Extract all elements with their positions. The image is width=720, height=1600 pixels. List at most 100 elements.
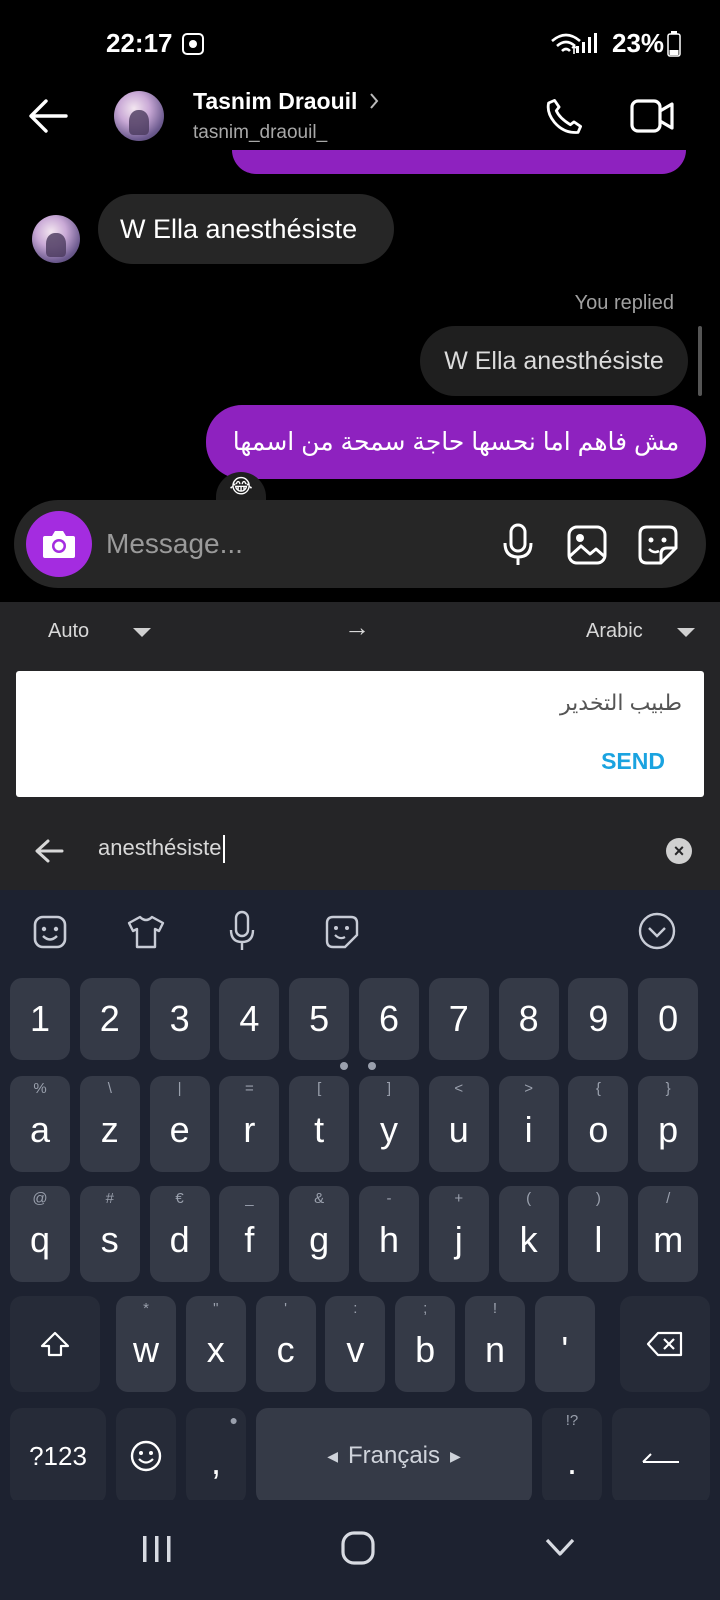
microphone-icon[interactable] xyxy=(500,523,536,567)
source-language[interactable]: Auto xyxy=(48,620,89,643)
key-c[interactable]: ' c xyxy=(255,1296,316,1392)
key-x[interactable]: " x xyxy=(185,1296,246,1392)
key-q[interactable]: @ q xyxy=(10,1186,70,1282)
key-h[interactable]: -h xyxy=(359,1186,419,1282)
key-3[interactable]: 3 xyxy=(149,978,210,1060)
key-4-label: 4 xyxy=(239,998,260,1039)
emoji-toolbar-icon[interactable] xyxy=(32,914,68,950)
key-m[interactable]: / m xyxy=(638,1186,699,1282)
key-s[interactable]: # s xyxy=(79,1186,140,1282)
key-emoji[interactable] xyxy=(116,1408,176,1504)
key-g-label: g xyxy=(309,1219,330,1260)
key-o[interactable]: {o xyxy=(568,1076,629,1172)
key-a[interactable]: % a xyxy=(10,1076,70,1172)
sent-message[interactable]: مش فاهم اما نحسها حاجة سمحة من اسمها xyxy=(206,405,706,479)
key-q-label: q xyxy=(29,1219,51,1260)
key-c-label: c xyxy=(276,1329,295,1370)
message-input[interactable] xyxy=(106,524,466,564)
recent-apps-icon[interactable] xyxy=(140,1534,174,1564)
phone-call-icon[interactable] xyxy=(543,96,585,138)
key-9[interactable]: 9 xyxy=(568,978,629,1060)
key-6[interactable]: 6 xyxy=(359,978,419,1060)
key-o-hint: { xyxy=(595,1080,601,1097)
key-2[interactable]: 2 xyxy=(79,978,140,1060)
back-nav-icon[interactable] xyxy=(544,1536,576,1558)
key-y-hint: ] xyxy=(386,1080,392,1097)
key-i[interactable]: > i xyxy=(498,1076,559,1172)
key-symbols[interactable]: ?123 xyxy=(10,1408,106,1504)
key-enter[interactable] xyxy=(612,1408,710,1504)
key-comma[interactable]: ● , xyxy=(186,1408,246,1504)
clear-input-icon[interactable]: × xyxy=(666,838,692,864)
key-i-label: i xyxy=(524,1109,533,1150)
gallery-icon[interactable] xyxy=(566,524,608,566)
previous-sent-bubble[interactable] xyxy=(232,150,686,174)
translator-back-icon[interactable] xyxy=(34,838,64,864)
key-w[interactable]: * w xyxy=(116,1296,176,1392)
target-dropdown-icon[interactable] xyxy=(677,628,695,637)
translator-input[interactable]: anesthésiste xyxy=(98,835,225,864)
key-r-hint: = xyxy=(245,1080,254,1097)
key-k-label: k xyxy=(519,1219,538,1260)
key-p[interactable]: } p xyxy=(638,1076,699,1172)
video-call-icon[interactable] xyxy=(629,96,675,136)
key-6-label: 6 xyxy=(378,998,400,1039)
key-5[interactable]: 5 xyxy=(289,978,350,1060)
theme-shirt-icon[interactable] xyxy=(126,914,166,950)
mic-hint-icon: ● xyxy=(229,1412,238,1428)
source-dropdown-icon[interactable] xyxy=(133,628,151,637)
key-j-hint: + xyxy=(454,1190,464,1207)
key-8[interactable]: 8 xyxy=(498,978,559,1060)
key-k[interactable]: (k xyxy=(498,1186,559,1282)
home-icon[interactable] xyxy=(340,1530,376,1566)
key-e[interactable]: | e xyxy=(149,1076,210,1172)
key-2-label: 2 xyxy=(99,998,120,1039)
key-backspace[interactable] xyxy=(620,1296,710,1392)
swap-arrow-icon[interactable]: → xyxy=(344,612,370,643)
voice-input-icon[interactable] xyxy=(228,910,256,952)
key-space-label: Français xyxy=(347,1442,441,1469)
key-y[interactable]: ] y xyxy=(359,1076,419,1172)
key-shift[interactable] xyxy=(10,1296,100,1392)
translation-result: طبيب التخدير xyxy=(560,690,682,715)
sticker-toolbar-icon[interactable] xyxy=(324,914,360,950)
received-message[interactable]: W Ella anesthésiste xyxy=(98,194,394,264)
key-4[interactable]: 4 xyxy=(219,978,280,1060)
key-d[interactable]: € d xyxy=(149,1186,210,1282)
key-0[interactable]: 0 xyxy=(638,978,699,1060)
key-y-label: y xyxy=(380,1109,398,1150)
key-n-label: n xyxy=(484,1329,506,1370)
chevron-right-icon[interactable] xyxy=(368,92,380,110)
collapse-chevron-icon[interactable] xyxy=(637,911,677,951)
key-f[interactable]: _ f xyxy=(219,1186,280,1282)
key-apostrophe[interactable]: ' xyxy=(534,1296,595,1392)
avatar[interactable] xyxy=(114,91,164,141)
key-1[interactable]: 1 xyxy=(10,978,70,1060)
key-v[interactable]: :v xyxy=(325,1296,386,1392)
sticker-icon[interactable] xyxy=(637,524,679,566)
quoted-reply-bubble[interactable]: W Ella anesthésiste xyxy=(420,326,688,396)
back-arrow-icon[interactable] xyxy=(28,98,68,134)
key-t[interactable]: [t xyxy=(289,1076,350,1172)
translation-send-button[interactable]: SEND xyxy=(601,748,665,775)
battery-icon xyxy=(667,31,681,57)
key-b[interactable]: ; b xyxy=(395,1296,456,1392)
translator-input-text: anesthésiste xyxy=(98,835,222,860)
key-l[interactable]: ) l xyxy=(568,1186,629,1282)
notification-icon xyxy=(182,33,204,55)
key-g[interactable]: & g xyxy=(289,1186,350,1282)
key-space[interactable]: ◀ Français ▶ xyxy=(256,1408,532,1504)
target-language[interactable]: Arabic xyxy=(586,620,643,643)
key-z[interactable]: \ z xyxy=(79,1076,140,1172)
camera-icon xyxy=(43,531,75,558)
key-j[interactable]: + j xyxy=(428,1186,489,1282)
camera-button[interactable] xyxy=(26,511,92,577)
key-r[interactable]: = r xyxy=(219,1076,280,1172)
key-period[interactable]: !? . xyxy=(542,1408,602,1504)
contact-name[interactable]: Tasnim Draouil xyxy=(193,88,357,115)
backspace-icon xyxy=(646,1331,683,1357)
key-u[interactable]: < u xyxy=(428,1076,489,1172)
key-7[interactable]: 7 xyxy=(428,978,489,1060)
status-time: 22:17 xyxy=(106,28,173,58)
key-n[interactable]: ! n xyxy=(465,1296,525,1392)
